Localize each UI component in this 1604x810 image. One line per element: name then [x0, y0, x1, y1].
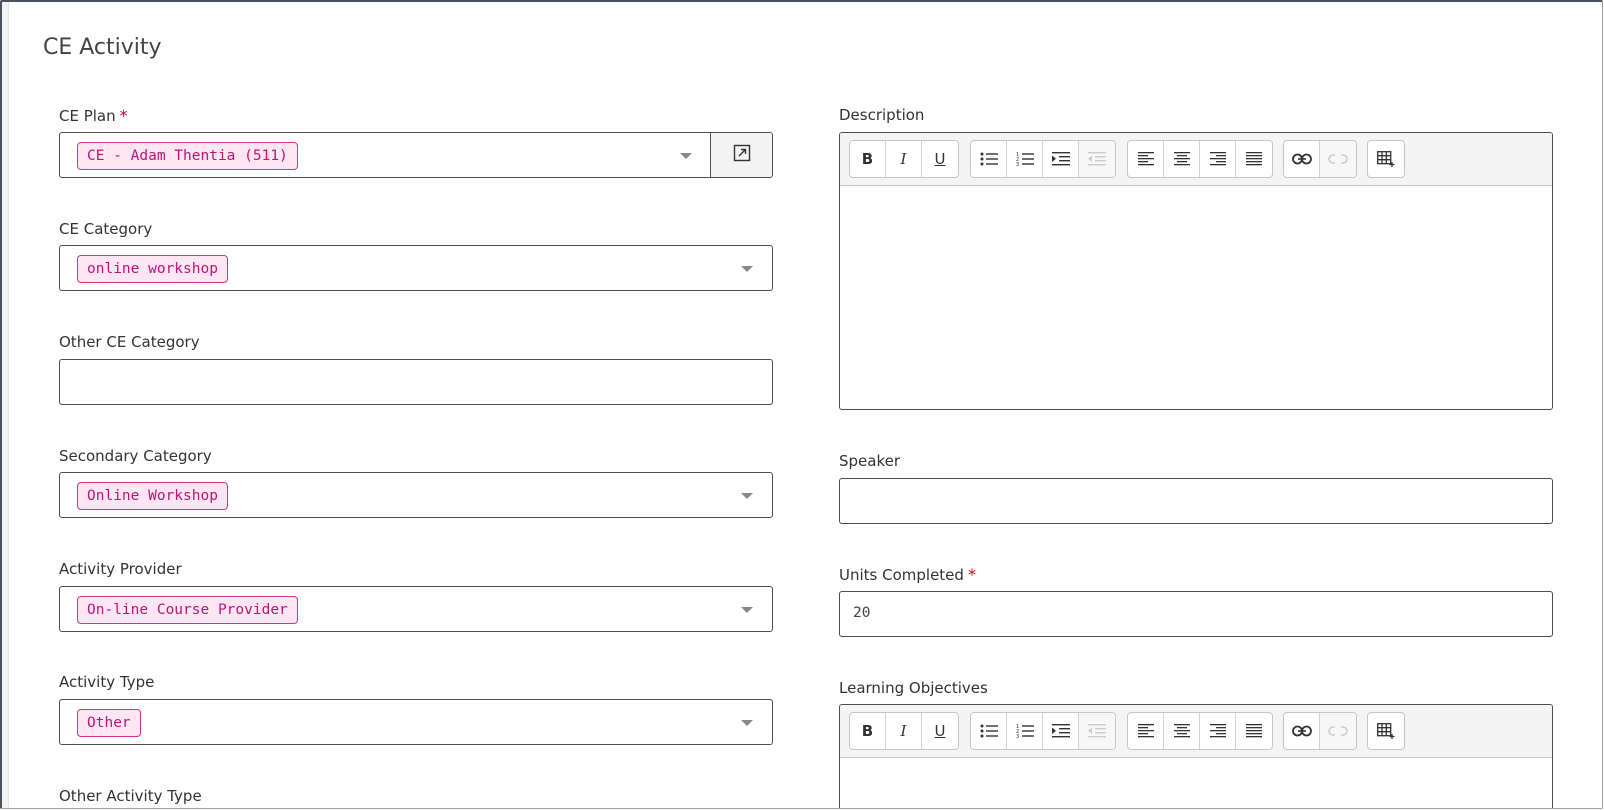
- chevron-down-icon[interactable]: [741, 720, 753, 726]
- underline-button[interactable]: U: [922, 141, 958, 177]
- activity-type-chip[interactable]: Other: [77, 709, 141, 737]
- align-justify-icon[interactable]: [1236, 141, 1272, 177]
- align-right-icon[interactable]: [1200, 713, 1236, 749]
- description-label: Description: [839, 106, 925, 124]
- outdent-icon: [1079, 141, 1115, 177]
- other-activity-type-label: Other Activity Type: [59, 787, 202, 805]
- bullet-list-icon[interactable]: [971, 713, 1007, 749]
- units-completed-input[interactable]: 20: [839, 591, 1553, 637]
- external-link-icon: [733, 144, 751, 166]
- bullet-list-icon[interactable]: [971, 141, 1007, 177]
- ce-plan-select[interactable]: CE - Adam Thentia (511): [59, 132, 773, 178]
- align-group: [1127, 712, 1273, 750]
- svg-text:3: 3: [1016, 162, 1019, 167]
- format-group: B I U: [849, 140, 959, 178]
- required-marker: *: [967, 565, 976, 584]
- link-icon[interactable]: [1284, 141, 1320, 177]
- align-center-icon[interactable]: [1164, 141, 1200, 177]
- numbered-list-icon[interactable]: 123: [1007, 141, 1043, 177]
- ce-category-select[interactable]: online workshop: [59, 245, 773, 291]
- chevron-down-icon[interactable]: [741, 607, 753, 613]
- learning-objectives-toolbar: B I U 123: [840, 705, 1552, 758]
- chevron-down-icon[interactable]: [741, 493, 753, 499]
- ce-plan-label: CE Plan *: [59, 106, 128, 125]
- units-completed-value: 20: [853, 605, 871, 621]
- activity-type-select[interactable]: Other: [59, 699, 773, 745]
- italic-button[interactable]: I: [886, 713, 922, 749]
- align-center-icon[interactable]: [1164, 713, 1200, 749]
- other-ce-category-input[interactable]: [59, 359, 773, 405]
- table-group: [1367, 140, 1405, 178]
- align-right-icon[interactable]: [1200, 141, 1236, 177]
- units-completed-label: Units Completed *: [839, 565, 976, 584]
- learning-objectives-editor[interactable]: B I U 123: [839, 704, 1553, 808]
- table-group: [1367, 712, 1405, 750]
- secondary-category-label: Secondary Category: [59, 447, 212, 465]
- speaker-label: Speaker: [839, 452, 901, 470]
- speaker-input[interactable]: [839, 478, 1553, 524]
- align-left-icon[interactable]: [1128, 713, 1164, 749]
- link-group: [1283, 140, 1357, 178]
- secondary-category-chip[interactable]: Online Workshop: [77, 482, 228, 510]
- list-group: 123: [970, 140, 1116, 178]
- activity-provider-chip[interactable]: On-line Course Provider: [77, 596, 298, 624]
- indent-icon[interactable]: [1043, 141, 1079, 177]
- insert-table-icon[interactable]: [1368, 141, 1404, 177]
- format-group: B I U: [849, 712, 959, 750]
- description-editor[interactable]: B I U 123: [839, 132, 1553, 410]
- align-left-icon[interactable]: [1128, 141, 1164, 177]
- bold-button[interactable]: B: [850, 713, 886, 749]
- italic-button[interactable]: I: [886, 141, 922, 177]
- page-title: CE Activity: [43, 35, 162, 60]
- description-toolbar: B I U 123: [840, 133, 1552, 186]
- link-icon[interactable]: [1284, 713, 1320, 749]
- bold-button[interactable]: B: [850, 141, 886, 177]
- svg-text:3: 3: [1016, 734, 1019, 739]
- chevron-down-icon[interactable]: [741, 266, 753, 272]
- insert-table-icon[interactable]: [1368, 713, 1404, 749]
- align-justify-icon[interactable]: [1236, 713, 1272, 749]
- outdent-icon: [1079, 713, 1115, 749]
- indent-icon[interactable]: [1043, 713, 1079, 749]
- unlink-icon: [1320, 713, 1356, 749]
- open-ce-plan-button[interactable]: [710, 133, 772, 177]
- secondary-category-select[interactable]: Online Workshop: [59, 472, 773, 518]
- list-group: 123: [970, 712, 1116, 750]
- activity-provider-select[interactable]: On-line Course Provider: [59, 586, 773, 632]
- chevron-down-icon[interactable]: [680, 153, 692, 159]
- numbered-list-icon[interactable]: 123: [1007, 713, 1043, 749]
- align-group: [1127, 140, 1273, 178]
- unlink-icon: [1320, 141, 1356, 177]
- underline-button[interactable]: U: [922, 713, 958, 749]
- activity-provider-label: Activity Provider: [59, 560, 182, 578]
- ce-category-label: CE Category: [59, 220, 153, 238]
- required-marker: *: [119, 106, 128, 125]
- activity-type-label: Activity Type: [59, 673, 155, 691]
- other-ce-category-label: Other CE Category: [59, 333, 200, 351]
- learning-objectives-label: Learning Objectives: [839, 679, 988, 697]
- link-group: [1283, 712, 1357, 750]
- ce-activity-form: CE Activity CE Plan * CE - Adam Thentia (…: [0, 0, 1603, 809]
- ce-plan-chip[interactable]: CE - Adam Thentia (511): [77, 142, 298, 170]
- ce-category-chip[interactable]: online workshop: [77, 255, 228, 283]
